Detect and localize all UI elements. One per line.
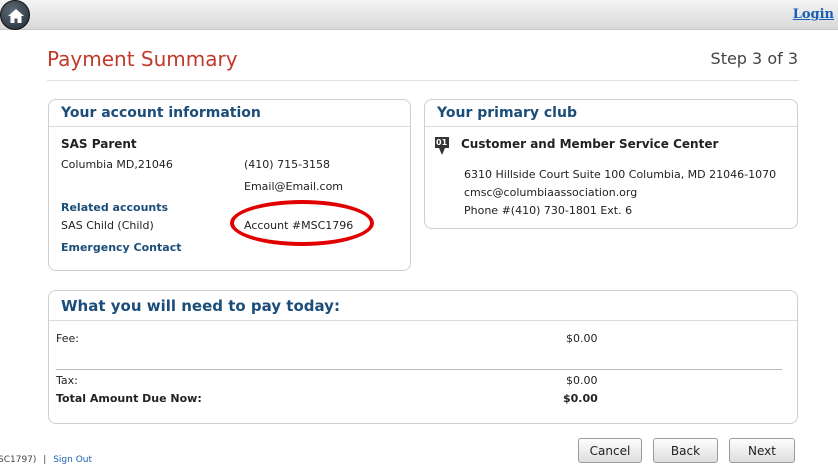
tax-value: $0.00: [566, 374, 598, 387]
sign-out-link[interactable]: Sign Out: [53, 455, 92, 465]
home-icon: [8, 9, 24, 23]
login-link[interactable]: Login: [793, 7, 834, 22]
emergency-contact-link[interactable]: Emergency Contact: [61, 241, 181, 254]
account-email: Email@Email.com: [244, 180, 344, 193]
fee-value: $0.00: [566, 332, 598, 345]
account-phone: (410) 715-3158: [244, 158, 331, 171]
page-title: Payment Summary: [47, 47, 238, 71]
club-email: cmsc@columbiaassociation.org: [464, 186, 638, 199]
title-divider: [47, 80, 799, 81]
fee-label: Fee:: [56, 332, 79, 345]
club-name: Customer and Member Service Center: [461, 137, 719, 151]
account-city: Columbia MD,21046: [61, 158, 173, 171]
club-address: 6310 Hillside Court Suite 100 Columbia, …: [464, 168, 777, 181]
highlight-ellipse: [230, 200, 374, 246]
account-name: SAS Parent: [61, 137, 137, 151]
total-label: Total Amount Due Now:: [56, 392, 202, 405]
back-button[interactable]: Back: [653, 438, 718, 463]
primary-club-heading: Your primary club: [425, 100, 797, 127]
payment-heading: What you will need to pay today:: [49, 291, 797, 321]
footer-separator: |: [43, 455, 47, 465]
account-info-heading: Your account information: [49, 100, 410, 127]
top-bar: Login: [0, 0, 838, 30]
total-value: $0.00: [563, 392, 598, 405]
cancel-button[interactable]: Cancel: [578, 438, 642, 463]
club-number-badge: 01: [436, 138, 448, 147]
related-account-child: SAS Child (Child): [61, 219, 154, 232]
club-phone: Phone #(410) 730-1801 Ext. 6: [464, 204, 633, 217]
step-indicator: Step 3 of 3: [710, 49, 798, 68]
related-accounts-heading: Related accounts: [61, 201, 169, 214]
next-button[interactable]: Next: [729, 438, 795, 463]
footer-account-fragment: SC1797): [0, 455, 37, 465]
home-button[interactable]: [0, 0, 30, 30]
tax-label: Tax:: [56, 374, 78, 387]
footer-bar: SC1797) | Sign Out: [0, 455, 92, 465]
tax-divider: [56, 369, 782, 370]
